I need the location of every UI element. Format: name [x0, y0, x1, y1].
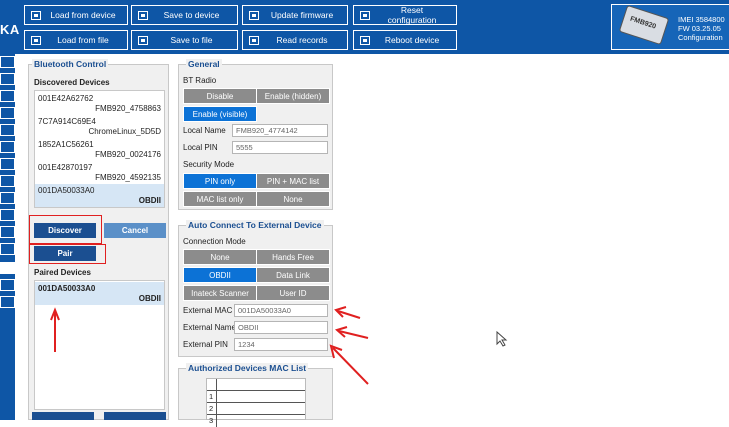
red-arrow-icon — [50, 306, 369, 385]
annotation-arrows — [50, 306, 508, 385]
mouse-cursor-icon — [496, 330, 508, 347]
